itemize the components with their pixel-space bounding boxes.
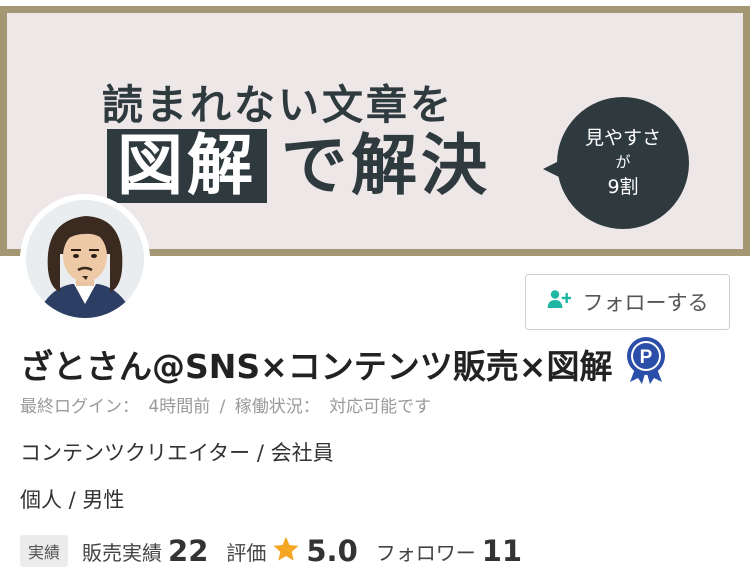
sales-label: 販売実績 [82,540,163,565]
bubble-text-3: 9割 [607,175,639,198]
profile-name: ざとさん@SNS×コンテンツ販売×図解 [20,347,613,386]
banner-headline-rest: で解決 [281,126,491,204]
demographics: 個人 / 男性 [20,488,125,512]
follow-button-label: フォローする [582,292,709,315]
follow-button[interactable]: フォローする [525,274,730,330]
rating-label: 評価 [226,540,267,565]
bubble-text-2: が [615,153,631,172]
svg-text:P: P [640,347,653,368]
status-label: 稼働状況： [234,397,320,417]
last-login-label: 最終ログイン： [20,397,139,417]
banner-headline: 読まれない文章を [102,81,454,129]
star-icon [272,535,306,567]
status-value: 対応可能です [329,397,432,417]
rating-value: 5.0 [306,534,358,568]
speech-bubble: 見やすさ が 9割 [557,97,689,229]
last-login-value: 4時間前 [148,397,211,417]
sales-value: 22 [168,534,209,568]
bubble-text-1: 見やすさ [584,126,661,149]
banner-subheadline: 図解 で解決 [107,123,491,208]
profile-name-row: ざとさん@SNS×コンテンツ販売×図解 P [20,336,668,392]
banner-highlight: 図解 [107,128,267,203]
login-status-line: 最終ログイン： 4時間前 / 稼働状況： 対応可能です [20,392,435,417]
avatar[interactable] [20,194,150,324]
followers-label: フォロワー [375,540,476,565]
separator: / [219,397,226,417]
avatar-image [26,200,144,318]
add-user-icon [547,289,572,315]
occupation: コンテンツクリエイター / 会社員 [20,441,334,465]
stats-tag: 実績 [20,535,69,567]
stats-row: 実績 販売実績 22 評価 5.0 フォロワー 11 [20,532,540,570]
p-rank-badge-icon: P [612,336,668,392]
followers-value[interactable]: 11 [482,534,522,568]
